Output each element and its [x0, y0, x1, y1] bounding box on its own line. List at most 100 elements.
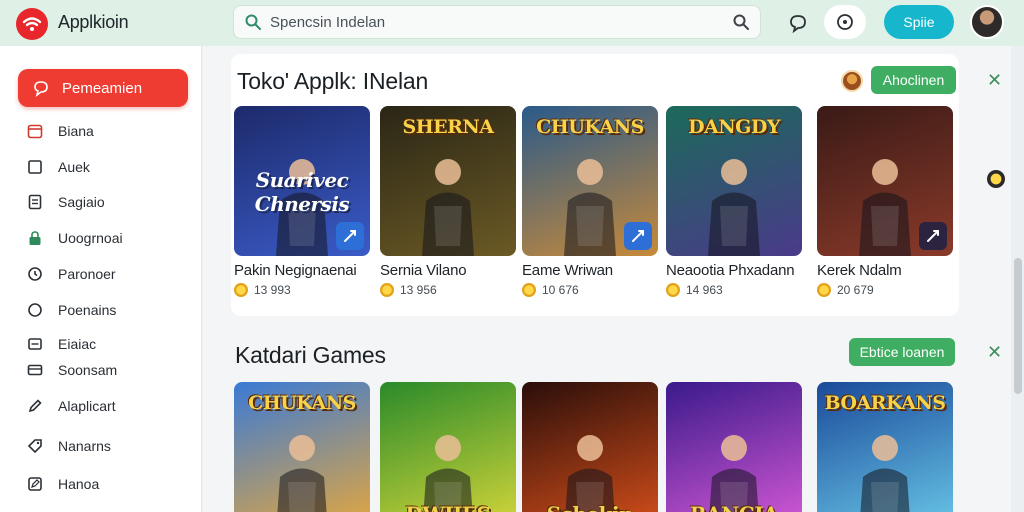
game-thumbnail[interactable]: RANCIA	[666, 382, 802, 512]
rating-value: 20 679	[837, 283, 874, 297]
edit-icon	[26, 475, 44, 493]
game-thumbnail[interactable]	[817, 106, 953, 256]
sidebar-item-label: Alaplicart	[58, 398, 116, 414]
character-art	[565, 435, 615, 512]
sidebar-item-active[interactable]: Pemeamien	[18, 69, 188, 107]
notification-icon[interactable]	[824, 5, 866, 39]
sidebar-item-7[interactable]: Eiaiac	[26, 332, 96, 356]
character-art	[277, 435, 327, 512]
game-card[interactable]: CHUKANS	[234, 382, 370, 512]
message-icon	[26, 335, 44, 353]
sidebar-item-6[interactable]: Poenains	[26, 298, 116, 322]
sidebar: Pemeamien Biana Auek Sagiaio Uoogrnoai P…	[0, 46, 202, 512]
sidebar-item-3[interactable]: Sagiaio	[26, 190, 105, 214]
game-card[interactable]: SHERNA Sernia Vilano 13 956	[380, 106, 516, 297]
game-thumbnail[interactable]: CHUKANS	[522, 106, 658, 256]
search-icon	[245, 14, 261, 30]
game-thumbnail[interactable]: DANGDY	[666, 106, 802, 256]
refresh-icon	[26, 265, 44, 283]
game-card[interactable]: BOARKANS	[817, 382, 953, 512]
game-thumbnail[interactable]: DWIIES	[380, 382, 516, 512]
game-title: Eame Wriwan	[522, 262, 613, 279]
circle-icon	[26, 301, 44, 319]
sidebar-item-5[interactable]: Paronoer	[26, 262, 116, 286]
game-thumbnail[interactable]: BOARKANS	[817, 382, 953, 512]
sidebar-item-4[interactable]: Uoogrnoai	[26, 226, 123, 250]
close-icon[interactable]: ✕	[987, 342, 1002, 363]
login-button[interactable]: Spiie	[884, 5, 954, 39]
game-title: Pakin Negignaenai	[234, 262, 357, 279]
search-bar[interactable]	[233, 5, 761, 39]
sidebar-item-9[interactable]: Alaplicart	[26, 394, 116, 418]
game-card[interactable]: CHUKANS Eame Wriwan 10 676	[522, 106, 658, 297]
coin-icon	[234, 283, 248, 297]
sidebar-item-label: Soonsam	[58, 362, 118, 378]
game-card[interactable]: RANCIA	[666, 382, 802, 512]
sidebar-item-8[interactable]: Soonsam	[26, 358, 117, 382]
scrollbar-thumb[interactable]	[1014, 258, 1022, 394]
game-art-title: Schekin	[528, 502, 652, 512]
section-title: Katdari Games	[235, 342, 386, 368]
game-card[interactable]: DANGDY Neaootia Phxadann 14 963	[666, 106, 802, 297]
game-card[interactable]: Suarivec Chnersis Pakin Negignaenai 13 993	[234, 106, 370, 297]
coin-icon	[666, 283, 680, 297]
game-art-title: Suarivec Chnersis	[254, 168, 350, 216]
section-title: Toko' Applk: INelan	[237, 68, 429, 94]
game-rating: 20 679	[817, 283, 953, 297]
sidebar-item-label: Biana	[58, 123, 94, 139]
character-art	[860, 435, 910, 512]
rating-value: 14 963	[686, 283, 723, 297]
game-card[interactable]: DWIIES	[380, 382, 516, 512]
sidebar-item-label: Hanoa	[58, 476, 100, 492]
game-thumbnail[interactable]: Suarivec Chnersis	[234, 106, 370, 256]
user-avatar[interactable]	[970, 5, 1004, 39]
app-title: Applkioin	[58, 12, 129, 32]
character-art	[422, 159, 474, 256]
sword-icon[interactable]	[624, 222, 652, 250]
app-logo[interactable]	[16, 8, 48, 40]
game-rating: 14 963	[666, 283, 802, 297]
character-art	[564, 159, 616, 256]
close-icon[interactable]: ✕	[987, 70, 1002, 91]
game-card[interactable]: Schekin	[522, 382, 658, 512]
search-input[interactable]	[270, 11, 710, 33]
calendar-icon	[26, 122, 44, 140]
top-bar: Applkioin Spiie	[0, 0, 1024, 46]
sidebar-item-label: Poenains	[58, 302, 117, 318]
sidebar-item-label: Paronoer	[58, 266, 116, 282]
coin-icon	[522, 283, 536, 297]
tag-icon	[26, 437, 44, 455]
sidebar-item-10[interactable]: Nanarns	[26, 434, 111, 458]
section-action-button[interactable]: Ebtice loanen	[849, 338, 955, 366]
sidebar-item-2[interactable]: Auek	[26, 155, 90, 179]
sidebar-item-1[interactable]: Biana	[26, 119, 94, 143]
section-avatar[interactable]	[841, 70, 863, 92]
character-art	[423, 435, 473, 512]
game-rating: 10 676	[522, 283, 658, 297]
coin-icon[interactable]	[987, 170, 1005, 188]
document-icon	[26, 193, 44, 211]
sidebar-item-11[interactable]: Hanoa	[26, 472, 99, 496]
game-rating: 13 956	[380, 283, 516, 297]
game-thumbnail[interactable]: CHUKANS	[234, 382, 370, 512]
game-art-title: CHUKANS	[536, 116, 644, 138]
controller-icon[interactable]	[919, 222, 947, 250]
game-title: Sernia Vilano	[380, 262, 467, 279]
game-art-title: RANCIA	[672, 502, 796, 512]
game-card[interactable]: Kerek Ndalm 20 679	[817, 106, 953, 297]
character-art	[859, 159, 911, 256]
section-action-button[interactable]: Ahoclinen	[871, 66, 956, 94]
chat-icon[interactable]	[783, 8, 813, 38]
sidebar-item-label: Eiaiac	[58, 336, 97, 352]
sidebar-item-label: Pemeamien	[62, 79, 143, 97]
game-thumbnail[interactable]: SHERNA	[380, 106, 516, 256]
game-title: Neaootia Phxadann	[666, 262, 795, 279]
main-content: Toko' Applk: INelan Ahoclinen Suarivec C…	[203, 46, 1011, 512]
sword-icon[interactable]	[336, 222, 364, 250]
card-icon	[26, 361, 44, 379]
lock-icon	[26, 229, 44, 247]
game-thumbnail[interactable]: Schekin	[522, 382, 658, 512]
search-submit-icon[interactable]	[732, 13, 750, 31]
section-featured: Toko' Applk: INelan Ahoclinen Suarivec C…	[231, 54, 959, 316]
game-title: Kerek Ndalm	[817, 262, 902, 279]
